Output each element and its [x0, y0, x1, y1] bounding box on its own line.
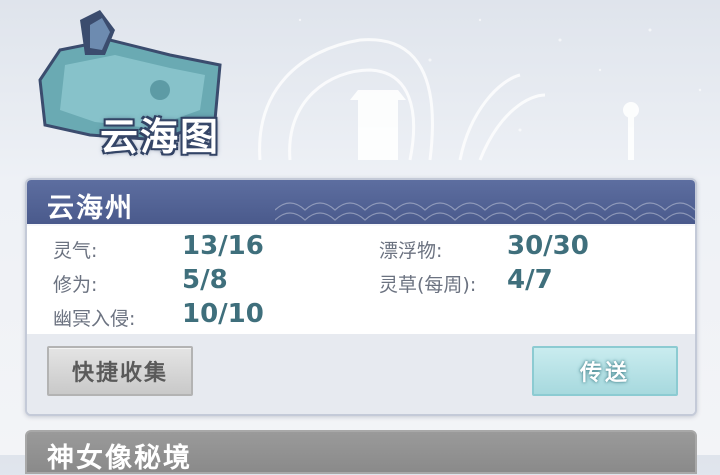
quick-collect-button[interactable]: 快捷收集	[47, 346, 193, 396]
stat-value-herbs: 4/7	[507, 265, 553, 295]
title-emblem: 云海图	[20, 10, 260, 160]
region-card-header: 云海州	[27, 180, 695, 224]
stat-label-spirit: 灵气:	[53, 240, 98, 262]
page-title: 云海图	[100, 115, 221, 159]
stats-panel: 灵气: 13/16 漂浮物: 30/30 修为: 5/8 灵草(每周): 4/7…	[27, 226, 695, 334]
stat-label-floating: 漂浮物:	[379, 240, 443, 262]
stat-value-invasion: 10/10	[182, 299, 264, 329]
next-region-card[interactable]: 神女像秘境	[25, 430, 697, 474]
stat-value-floating: 30/30	[507, 231, 589, 261]
next-region-name: 神女像秘境	[47, 443, 192, 474]
region-card: 云海州 灵气: 13/16 漂浮物: 30/30 修为: 5/8 灵草(每周):…	[25, 178, 697, 416]
stat-label-cultivation: 修为:	[53, 274, 98, 296]
stat-value-cultivation: 5/8	[182, 265, 228, 295]
stat-value-spirit: 13/16	[182, 231, 264, 261]
teleport-button[interactable]: 传送	[532, 346, 678, 396]
stat-label-herbs: 灵草(每周):	[379, 274, 477, 296]
region-name: 云海州	[47, 193, 134, 224]
wave-pattern	[275, 202, 695, 221]
stat-label-invasion: 幽冥入侵:	[53, 308, 136, 330]
